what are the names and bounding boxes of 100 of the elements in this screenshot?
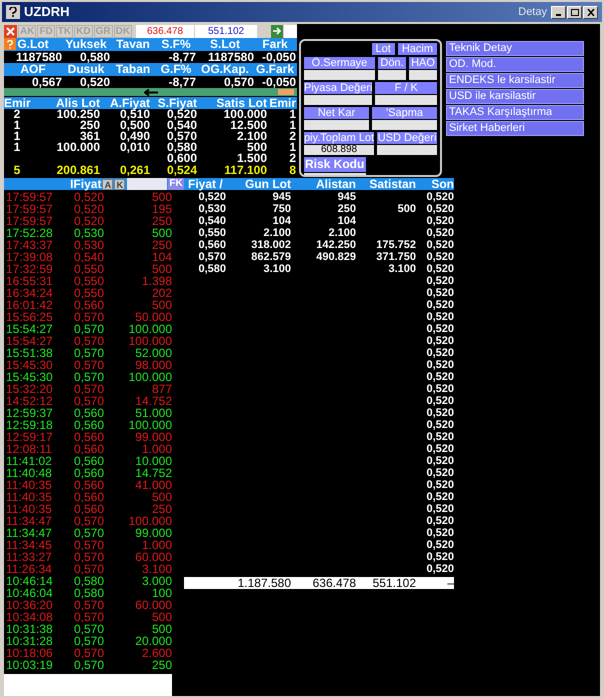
minimize-button[interactable] — [551, 6, 566, 18]
trade-price: 0,570 — [72, 515, 104, 527]
table-cell: 3.100 — [388, 263, 416, 275]
trade-price: 0,560 — [72, 443, 104, 455]
table-cell: 0,520 — [426, 515, 454, 527]
maximize-button[interactable] — [567, 6, 582, 18]
trade-lot: 2.600 — [142, 647, 172, 659]
table-cell: 371.750 — [376, 251, 416, 263]
stat-label: USD Değeri — [377, 132, 437, 144]
column-header: A.Fiyat — [110, 97, 150, 109]
level-marker — [278, 89, 294, 95]
trade-lot: 100 — [152, 587, 172, 599]
go-button[interactable] — [271, 24, 284, 38]
column-header: S.Fiyat — [158, 97, 197, 109]
toggle-button[interactable]: Hacim — [398, 43, 437, 55]
close-icon[interactable] — [4, 24, 17, 38]
trade-time: 10:31:38 — [5, 623, 54, 635]
trade-lot: 250 — [152, 659, 172, 671]
filter-field[interactable] — [127, 178, 168, 190]
trade-time: 12:08:11 — [5, 443, 53, 455]
column-header: AOF — [20, 63, 46, 76]
table-cell: 0,520 — [426, 311, 454, 323]
trade-lot: 99.000 — [135, 527, 172, 539]
order-total: 0,261 — [120, 164, 150, 176]
trade-lot: 100.000 — [128, 419, 172, 431]
trade-price: 0,550 — [72, 263, 104, 275]
table-cell: 0,520 — [426, 227, 454, 239]
order-cell: 100.000 — [224, 109, 267, 120]
column-header: Taban — [116, 63, 150, 76]
trade-price: 0,570 — [72, 647, 104, 659]
help-icon[interactable] — [6, 5, 20, 19]
trade-lot: 1.000 — [142, 539, 172, 551]
trade-price: 0,560 — [72, 299, 104, 311]
column-header: Yuksek — [65, 38, 107, 51]
order-cell: 1 — [289, 109, 296, 120]
trade-price: 0,520 — [72, 203, 104, 215]
table-cell: 0,520 — [426, 383, 454, 395]
trade-price: 0,560 — [72, 431, 104, 443]
trade-lot: 99.000 — [135, 431, 172, 443]
order-cell: 0,010 — [120, 142, 150, 153]
table-cell: 750 — [272, 203, 291, 215]
trade-price: 0,580 — [72, 587, 104, 599]
trade-lot: 500 — [152, 623, 172, 635]
table-cell: 0,520 — [426, 551, 454, 563]
trade-time: 15:32:20 — [5, 383, 54, 395]
trade-time: 11:41:02 — [5, 455, 53, 467]
table-cell: 0,560 — [198, 239, 226, 251]
stat-label: 'Sapma — [372, 107, 437, 119]
order-cell: 12.500 — [230, 120, 267, 131]
order-cell: 0,520 — [166, 109, 197, 120]
menu-item[interactable]: Sirket Haberleri — [446, 121, 584, 136]
trade-price: 0,570 — [72, 311, 104, 323]
table-cell: 0,520 — [426, 503, 454, 515]
table-cell: 0,520 — [426, 419, 454, 431]
arrow-right-icon — [272, 27, 282, 35]
trade-time: 10:34:08 — [5, 611, 54, 623]
close-button[interactable] — [583, 6, 598, 18]
sort-button[interactable]: K — [114, 178, 126, 190]
input-field[interactable] — [284, 24, 297, 38]
trade-time: 14:52:12 — [5, 395, 54, 407]
stat-label: F / K — [375, 82, 437, 94]
column-header: Emir — [4, 97, 31, 109]
table-cell: 0,520 — [426, 491, 454, 503]
summary-value: -8,77 — [168, 51, 196, 63]
toggle-button[interactable]: Lot — [372, 43, 395, 55]
filter-button[interactable]: FK — [168, 178, 184, 190]
column-header: S.Lot — [210, 38, 240, 51]
table-cell: 0,520 — [426, 563, 454, 575]
menu-item[interactable]: USD ile karsilastir — [446, 89, 584, 104]
table-cell: 0,540 — [198, 215, 226, 227]
column-header: Fark — [262, 38, 288, 51]
sort-button[interactable]: A — [102, 178, 114, 190]
order-cell: 2 — [289, 153, 296, 164]
order-total: 8 — [289, 164, 296, 176]
table-cell: 0,520 — [426, 335, 454, 347]
trade-lot: 195 — [152, 203, 172, 215]
trade-price: 0,560 — [72, 419, 104, 431]
trade-lot: 500 — [152, 491, 172, 503]
trade-lot: 877 — [152, 383, 172, 395]
trade-time: 17:59:57 — [5, 191, 54, 203]
menu-item[interactable]: TAKAS Karşılaştırma — [446, 105, 584, 120]
table-cell: 3.100 — [263, 263, 291, 275]
trade-time: 15:54:27 — [5, 335, 54, 347]
column-header: G.F% — [160, 63, 192, 76]
menu-item[interactable]: ENDEKS le karsilastir — [446, 73, 584, 88]
trade-price: 0,570 — [72, 659, 104, 671]
trade-lot: 500 — [152, 299, 172, 311]
column-header: S.F% — [161, 38, 191, 51]
table-cell: 0,520 — [426, 467, 454, 479]
trade-time: 10:31:28 — [5, 635, 54, 647]
trade-lot: 51.000 — [135, 407, 172, 419]
menu-item[interactable]: Teknik Detay — [446, 41, 584, 56]
trade-time: 11:34:47 — [5, 527, 53, 539]
menu-item[interactable]: OD. Mod. — [446, 57, 584, 72]
trade-time: 12:59:17 — [5, 431, 54, 443]
summary-value: -8,77 — [168, 76, 196, 88]
total-cell: – — [447, 577, 454, 589]
column-header: OG.Kap. — [200, 63, 249, 76]
trade-time: 17:59:57 — [5, 203, 54, 215]
table-cell: 0,520 — [426, 191, 454, 203]
